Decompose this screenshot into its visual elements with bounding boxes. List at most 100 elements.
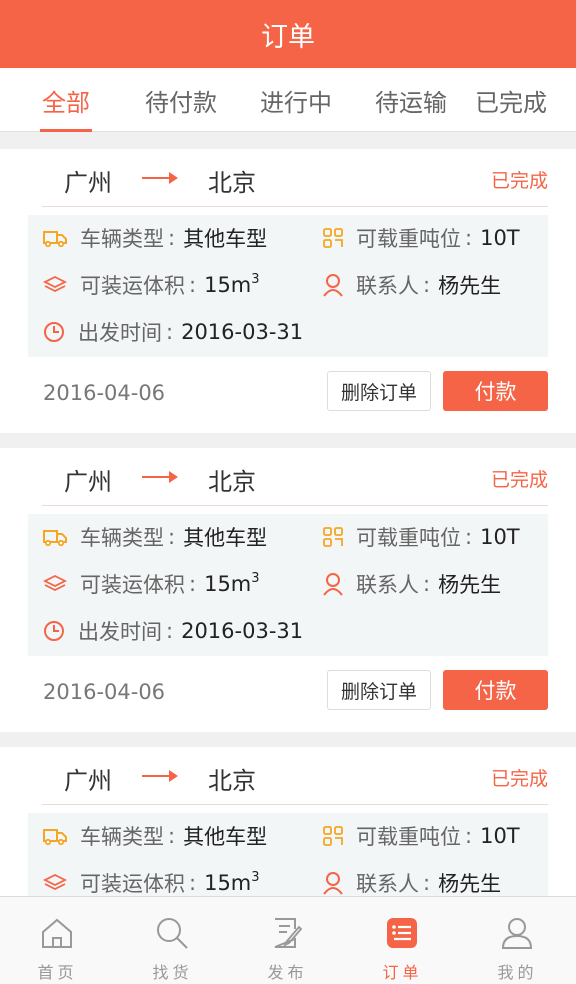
vehicle-type-label: 车辆类型 (80, 825, 164, 849)
order-card[interactable]: 广州 北京 已完成 车辆类型 : 其他车型 可载重吨位 : 10T 可装运体积 (0, 149, 576, 433)
contact-label: 联系人 (356, 872, 419, 896)
truck-icon (43, 530, 67, 547)
card-footer: 2016-04-06 删除订单 付款 (0, 371, 576, 421)
volume-value: 15m (204, 273, 252, 297)
tab-label: 进行中 (260, 88, 332, 117)
tonnage-row: 可载重吨位 : 10T (322, 821, 520, 851)
tab-pending-payment[interactable]: 待付款 (140, 68, 222, 132)
route-row: 广州 北京 已完成 (0, 448, 576, 506)
arrow-right-icon (142, 172, 178, 184)
vehicle-type-row: 车辆类型 : 其他车型 (42, 223, 267, 253)
truck-icon (43, 231, 67, 248)
pay-button[interactable]: 付款 (443, 371, 548, 411)
colon: : (166, 619, 174, 643)
tonnage-value: 10T (480, 525, 520, 549)
tab-awaiting-transport[interactable]: 待运输 (370, 68, 452, 132)
tab-in-progress[interactable]: 进行中 (255, 68, 337, 132)
layers-icon (42, 275, 68, 293)
page-title: 订单 (261, 21, 315, 53)
colon: : (166, 320, 174, 344)
tonnage-label: 可载重吨位 (356, 526, 461, 550)
nav-label: 首页 (37, 963, 78, 982)
tab-label: 待付款 (145, 88, 217, 117)
colon: : (423, 273, 431, 297)
order-list[interactable]: 广州 北京 已完成 车辆类型 : 其他车型 可载重吨位 : 10T 可装运体积 (0, 132, 576, 896)
nav-label: 找货 (152, 963, 193, 982)
departure-row: 出发时间 : 2016-03-31 (42, 317, 303, 347)
route-row: 广州 北京 已完成 (0, 149, 576, 207)
contact-row: 联系人 : 杨先生 (322, 270, 501, 300)
order-card[interactable]: 广州 北京 已完成 车辆类型 : 其他车型 可载重吨位 : 10T 可装运体积 (0, 448, 576, 732)
colon: : (189, 572, 197, 596)
contact-value: 杨先生 (438, 274, 502, 298)
destination-city: 北京 (208, 468, 256, 496)
user-icon (323, 573, 343, 596)
layers-icon (42, 873, 68, 891)
departure-label: 出发时间 (78, 620, 162, 644)
colon: : (189, 273, 197, 297)
nav-profile[interactable]: 我的 (460, 897, 575, 984)
departure-label: 出发时间 (78, 321, 162, 345)
search-icon (157, 918, 188, 949)
vehicle-type-value: 其他车型 (183, 526, 268, 550)
pay-button[interactable]: 付款 (443, 670, 548, 710)
order-date: 2016-04-06 (43, 680, 166, 704)
destination-city: 北京 (208, 767, 256, 795)
vehicle-type-row: 车辆类型 : 其他车型 (42, 821, 267, 851)
clock-icon (44, 621, 64, 641)
route-row: 广州 北京 已完成 (0, 747, 576, 805)
edit-icon (274, 918, 303, 948)
volume-value: 15m (204, 572, 252, 596)
order-details: 车辆类型 : 其他车型 可载重吨位 : 10T 可装运体积 : 15m 3 联系人… (28, 215, 548, 357)
user-icon (501, 918, 533, 949)
contact-label: 联系人 (356, 573, 419, 597)
app-header: 订单 (0, 0, 576, 68)
arrow-right-icon (142, 770, 178, 782)
grid-icon (323, 826, 343, 846)
nav-orders[interactable]: 订单 (345, 897, 460, 984)
nav-label: 发布 (267, 963, 308, 982)
volume-unit-superscript: 3 (251, 870, 260, 885)
colon: : (465, 824, 473, 848)
departure-value: 2016-03-31 (181, 619, 304, 643)
contact-label: 联系人 (356, 274, 419, 298)
tab-all[interactable]: 全部 (40, 68, 92, 132)
divider (42, 804, 548, 805)
volume-value: 15m (204, 871, 252, 895)
contact-row: 联系人 : 杨先生 (322, 868, 501, 896)
destination-city: 北京 (208, 169, 256, 197)
colon: : (168, 226, 176, 250)
order-details: 车辆类型 : 其他车型 可载重吨位 : 10T 可装运体积 : 15m 3 联系人… (28, 813, 548, 896)
vehicle-type-value: 其他车型 (183, 227, 268, 251)
colon: : (423, 572, 431, 596)
status-badge: 已完成 (490, 768, 548, 790)
layers-icon (42, 574, 68, 592)
colon: : (465, 525, 473, 549)
volume-row: 可装运体积 : 15m 3 (42, 270, 260, 300)
colon: : (465, 226, 473, 250)
origin-city: 广州 (64, 468, 112, 496)
order-date: 2016-04-06 (43, 381, 166, 405)
tab-completed[interactable]: 已完成 (470, 68, 552, 132)
contact-row: 联系人 : 杨先生 (322, 569, 501, 599)
tab-label: 已完成 (475, 88, 547, 117)
arrow-right-icon (142, 471, 178, 483)
volume-label: 可装运体积 (80, 274, 185, 298)
clock-icon (44, 322, 64, 342)
volume-label: 可装运体积 (80, 872, 185, 896)
nav-publish[interactable]: 发布 (230, 897, 345, 984)
tonnage-value: 10T (480, 226, 520, 250)
status-badge: 已完成 (490, 469, 548, 491)
volume-unit-superscript: 3 (251, 272, 260, 287)
colon: : (189, 871, 197, 895)
delete-order-button[interactable]: 删除订单 (327, 371, 431, 411)
nav-home[interactable]: 首页 (0, 897, 115, 984)
grid-icon (323, 228, 343, 248)
nav-find-cargo[interactable]: 找货 (115, 897, 230, 984)
order-card[interactable]: 广州 北京 已完成 车辆类型 : 其他车型 可载重吨位 : 10T 可装运体积 (0, 747, 576, 896)
home-icon (42, 918, 72, 948)
delete-order-button[interactable]: 删除订单 (327, 670, 431, 710)
grid-icon (323, 527, 343, 547)
status-badge: 已完成 (490, 170, 548, 192)
contact-value: 杨先生 (438, 573, 502, 597)
